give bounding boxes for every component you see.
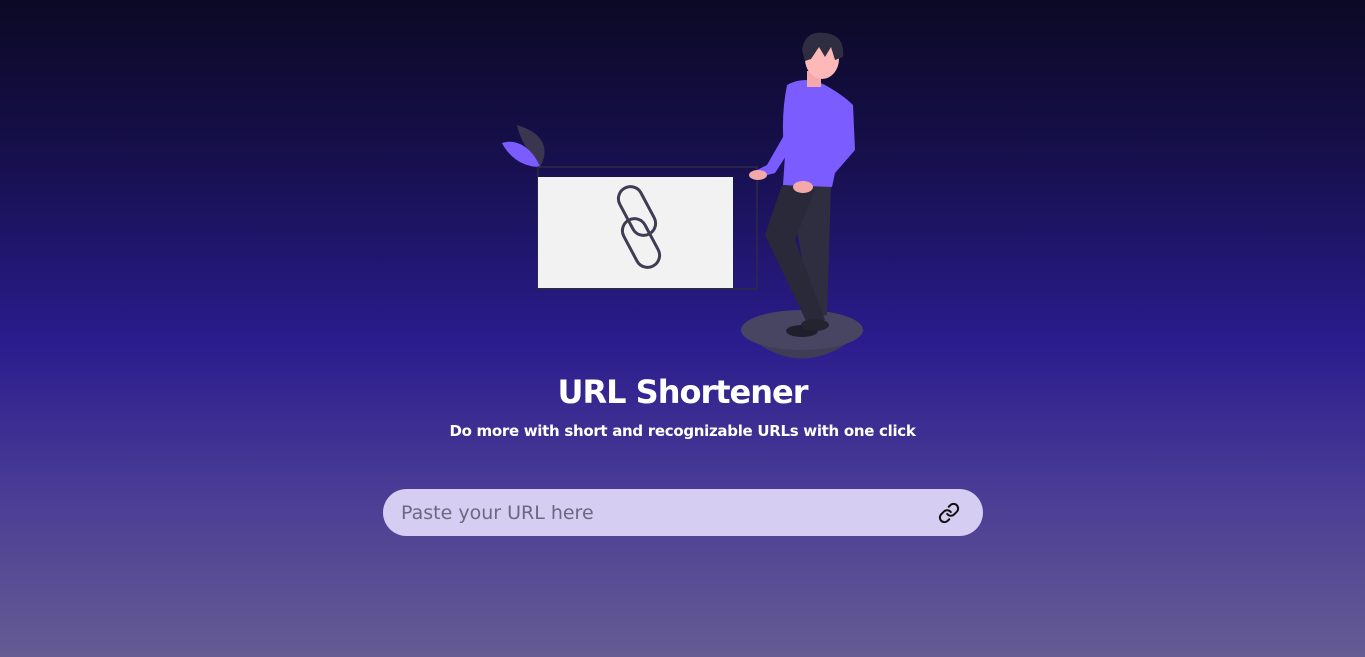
url-input[interactable]	[401, 489, 921, 536]
shoe-right	[801, 319, 829, 331]
page-title: URL Shortener	[557, 373, 808, 411]
left-hand	[749, 170, 767, 180]
shorten-link-button[interactable]	[937, 501, 961, 525]
page-subtitle: Do more with short and recognizable URLs…	[449, 422, 916, 440]
torso-sweater	[782, 80, 855, 187]
right-hand	[793, 181, 813, 193]
person-with-link-card-illustration	[502, 32, 864, 359]
hero-illustration	[495, 25, 875, 370]
link-icon	[938, 502, 960, 524]
url-input-form	[383, 489, 983, 536]
